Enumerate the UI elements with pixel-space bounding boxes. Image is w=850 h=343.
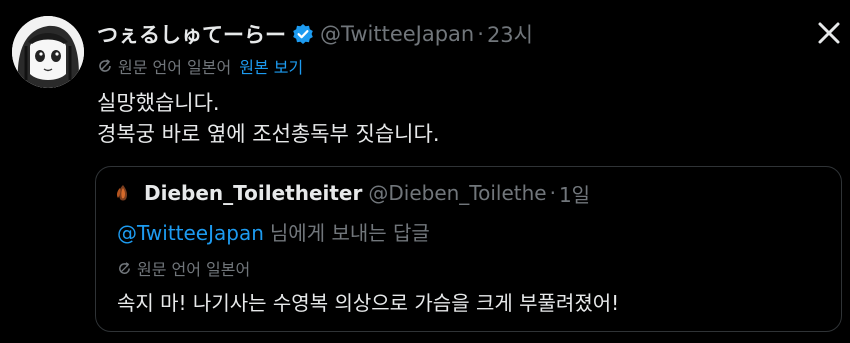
- quoted-translation-info: 원문 언어 일본어: [117, 257, 250, 279]
- translate-icon: [117, 261, 132, 276]
- tweet-header: つぇるしゅてーらー @TwitteeJapan · 23시: [97, 18, 533, 50]
- translation-info: 원문 언어 일본어 원본 보기: [97, 54, 303, 78]
- tweet-body: 실망했습니다. 경복궁 바로 옆에 조선총독부 짓습니다.: [97, 88, 440, 150]
- tweet-timestamp[interactable]: 23시: [487, 19, 533, 49]
- replying-to: @TwitteeJapan 님에게 보내는 답글: [117, 217, 430, 246]
- tweet-text-line: 경복궁 바로 옆에 조선총독부 짓습니다.: [97, 122, 440, 146]
- verified-badge-icon: [292, 23, 314, 45]
- quoted-tweet-card[interactable]: Dieben_Toiletheiter @Dieben_Toilethe · 1…: [95, 166, 842, 332]
- quoted-tweet-header: Dieben_Toiletheiter @Dieben_Toilethe · 1…: [112, 179, 590, 207]
- close-icon[interactable]: [814, 18, 844, 48]
- tweet-text-line: 실망했습니다.: [97, 91, 220, 115]
- avatar-drawing: [12, 16, 84, 88]
- quoted-author-avatar[interactable]: [112, 182, 134, 204]
- quoted-author-handle[interactable]: @Dieben_Toilethe: [368, 181, 546, 205]
- quoted-tweet-timestamp[interactable]: 1일: [559, 179, 590, 208]
- translate-icon: [97, 58, 113, 74]
- author-avatar[interactable]: [12, 16, 84, 88]
- reply-context-text: 님에게 보내는 답글: [269, 221, 430, 245]
- author-handle[interactable]: @TwitteeJapan: [320, 22, 474, 46]
- quoted-author-display-name[interactable]: Dieben_Toiletheiter: [144, 181, 362, 205]
- quoted-translation-label: 원문 언어 일본어: [137, 260, 251, 279]
- author-display-name[interactable]: つぇるしゅてーらー: [97, 19, 286, 49]
- quoted-tweet-text: 속지 마! 나기사는 수영복 의상으로 가슴을 크게 부풀려졌어!: [117, 291, 620, 315]
- reply-mention-link[interactable]: @TwitteeJapan: [117, 221, 264, 245]
- quoted-header-separator: ·: [549, 181, 556, 205]
- header-separator: ·: [477, 22, 484, 46]
- translation-label: 원문 언어 일본어: [118, 58, 232, 77]
- show-original-link[interactable]: 원본 보기: [239, 54, 303, 78]
